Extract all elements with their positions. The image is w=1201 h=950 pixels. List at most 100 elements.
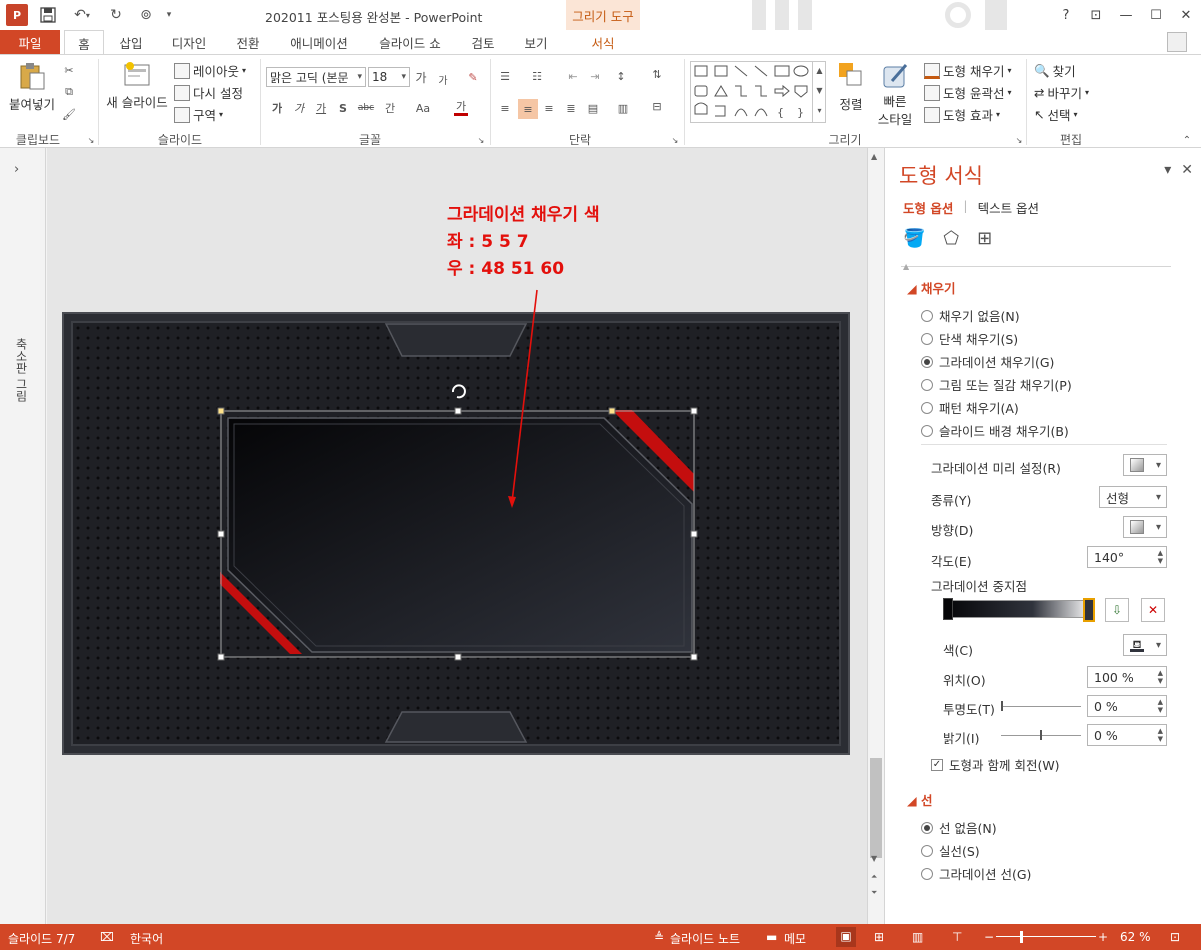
expand-thumbnails-icon[interactable]: › xyxy=(14,162,19,177)
restore-button[interactable]: ☐ xyxy=(1141,8,1171,23)
shrink-font-icon[interactable]: 가 xyxy=(436,72,450,87)
cut-icon[interactable]: ✂ xyxy=(62,63,76,77)
minimize-button[interactable]: — xyxy=(1111,8,1141,23)
tab-insert[interactable]: 삽입 xyxy=(114,30,148,54)
save-icon[interactable] xyxy=(38,4,58,26)
radio-button[interactable] xyxy=(921,309,933,322)
align-center-icon[interactable]: ≡ xyxy=(518,99,538,119)
numbering-icon[interactable]: ☷ xyxy=(530,69,544,83)
strikethrough-icon[interactable]: abc xyxy=(356,101,376,115)
comments-icon[interactable]: ▬ xyxy=(766,930,777,944)
remove-gradient-stop-icon[interactable]: ✕ xyxy=(1141,598,1165,622)
tab-text-options[interactable]: 텍스트 옵션 xyxy=(978,198,1039,217)
language-indicator[interactable]: 한국어 xyxy=(130,930,163,947)
zoom-out-icon[interactable]: − xyxy=(984,930,994,944)
new-slide-button[interactable]: 새 슬라이드 xyxy=(104,61,170,111)
clipboard-launcher-icon[interactable]: ↘ xyxy=(84,133,98,147)
normal-view-icon[interactable]: ▣ xyxy=(836,927,856,947)
line-option-none[interactable]: 선 없음(N) xyxy=(921,818,997,837)
thumbnails-label[interactable]: 축소판 그림 xyxy=(13,338,30,402)
zoom-level[interactable]: 62 % xyxy=(1120,930,1151,944)
scroll-down-icon[interactable]: ▼ xyxy=(871,854,877,863)
gradient-stop-right-selected[interactable] xyxy=(1083,598,1095,622)
fill-option-pattern[interactable]: 패턴 채우기(A) xyxy=(921,398,1019,417)
scroll-thumb[interactable] xyxy=(870,758,882,858)
radio-button-selected[interactable] xyxy=(921,355,933,368)
tab-design[interactable]: 디자인 xyxy=(166,30,212,54)
line-spacing-icon[interactable]: ↕ xyxy=(614,69,628,83)
collapse-ribbon-icon[interactable]: ⌃ xyxy=(1180,133,1194,147)
add-gradient-stop-icon[interactable]: ⇩ xyxy=(1105,598,1129,622)
align-text-icon[interactable]: ⊟ xyxy=(650,99,664,113)
position-input[interactable]: 100 % ▲ ▼ xyxy=(1087,666,1167,688)
radio-button[interactable] xyxy=(921,332,933,345)
transparency-spinner[interactable]: ▲ ▼ xyxy=(1158,698,1163,714)
underline-icon[interactable]: 가 xyxy=(314,101,328,115)
slide-counter[interactable]: 슬라이드 7/7 xyxy=(8,930,75,947)
undo-icon[interactable]: ↶ ▾ xyxy=(66,4,98,26)
radio-button[interactable] xyxy=(921,401,933,414)
shape-fill-button[interactable]: 도형 채우기 ▾ xyxy=(924,61,1012,80)
tab-format[interactable]: 서식 xyxy=(566,30,640,54)
font-launcher-icon[interactable]: ↘ xyxy=(474,133,488,147)
ribbon-display-options-icon[interactable]: ⊡ xyxy=(1081,8,1111,23)
find-button[interactable]: 🔍 찾기 xyxy=(1034,61,1076,80)
line-option-gradient[interactable]: 그라데이션 선(G) xyxy=(921,864,1031,883)
columns-icon[interactable]: ▥ xyxy=(616,101,630,115)
tab-slideshow[interactable]: 슬라이드 쇼 xyxy=(372,30,448,54)
brightness-input[interactable]: 0 % ▲ ▼ xyxy=(1087,724,1167,746)
gradient-stop-left[interactable] xyxy=(943,598,953,620)
effects-pentagon-icon[interactable]: ⬠ xyxy=(943,228,959,249)
brightness-spinner[interactable]: ▲ ▼ xyxy=(1158,727,1163,743)
transparency-slider[interactable] xyxy=(1001,706,1081,707)
copy-icon[interactable]: ⧉ xyxy=(62,85,76,99)
notes-button[interactable]: 슬라이드 노트 xyxy=(670,930,740,947)
clear-formatting-icon[interactable]: ✎ xyxy=(466,70,480,84)
size-properties-icon[interactable]: ⊞ xyxy=(977,228,992,249)
shadow-icon[interactable]: S xyxy=(336,101,350,115)
direction-dropdown[interactable] xyxy=(1123,516,1167,538)
line-section-header[interactable]: ◢ 선 xyxy=(907,790,932,809)
tab-transitions[interactable]: 전환 xyxy=(230,30,266,54)
increase-indent-icon[interactable]: ⇥ xyxy=(588,69,602,83)
help-icon[interactable]: ? xyxy=(1051,8,1081,23)
angle-spinner[interactable]: ▲ ▼ xyxy=(1158,549,1163,565)
justify-icon[interactable]: ≣ xyxy=(564,101,578,115)
present-from-start-icon[interactable]: ⊚ xyxy=(134,4,158,26)
position-spinner[interactable]: ▲ ▼ xyxy=(1158,669,1163,685)
paragraph-launcher-icon[interactable]: ↘ xyxy=(668,133,682,147)
tab-home[interactable]: 홈 xyxy=(64,30,104,55)
fill-option-none[interactable]: 채우기 없음(N) xyxy=(921,306,1020,325)
radio-button[interactable] xyxy=(921,844,933,857)
notes-icon[interactable]: ≜ xyxy=(654,930,664,944)
italic-icon[interactable]: 가 xyxy=(292,101,306,115)
previous-slide-icon[interactable]: ⏶ xyxy=(871,872,877,882)
zoom-slider-thumb[interactable] xyxy=(1020,931,1023,943)
reset-button[interactable]: 다시 설정 xyxy=(174,83,243,102)
gradient-stops-bar[interactable] xyxy=(943,600,1093,618)
change-case-icon[interactable]: Aa xyxy=(412,101,434,115)
section-button[interactable]: 구역 ▾ xyxy=(174,105,223,124)
layout-button[interactable]: 레이아웃 ▾ xyxy=(174,61,246,80)
pane-close-icon[interactable]: ✕ xyxy=(1181,162,1193,178)
tab-view[interactable]: 보기 xyxy=(518,30,554,54)
comments-button[interactable]: 메모 xyxy=(784,930,806,947)
align-right-icon[interactable]: ≡ xyxy=(542,101,556,115)
character-spacing-icon[interactable]: 간 xyxy=(380,101,400,115)
quick-styles-button[interactable]: 빠른 스타일 xyxy=(872,61,918,127)
type-dropdown[interactable]: 선형 xyxy=(1099,486,1167,508)
decrease-indent-icon[interactable]: ⇤ xyxy=(566,69,580,83)
shapes-gallery[interactable]: {} xyxy=(690,61,826,123)
next-slide-icon[interactable]: ⏷ xyxy=(871,888,877,898)
shape-effects-button[interactable]: 도형 효과 ▾ xyxy=(924,105,1000,124)
redo-icon[interactable]: ↻ xyxy=(106,4,126,26)
fit-to-window-icon[interactable]: ⊡ xyxy=(1170,930,1180,944)
tab-shape-options[interactable]: 도형 옵션 xyxy=(903,198,953,217)
scroll-up-icon[interactable]: ▲ xyxy=(871,152,877,161)
bold-icon[interactable]: 가 xyxy=(270,101,284,115)
fill-option-picture[interactable]: 그림 또는 질감 채우기(P) xyxy=(921,375,1072,394)
font-size-combo[interactable]: 18 xyxy=(368,67,410,87)
line-option-solid[interactable]: 실선(S) xyxy=(921,841,980,860)
bullets-icon[interactable]: ☰ xyxy=(498,69,512,83)
paste-button[interactable]: 붙여넣기 xyxy=(8,61,56,113)
